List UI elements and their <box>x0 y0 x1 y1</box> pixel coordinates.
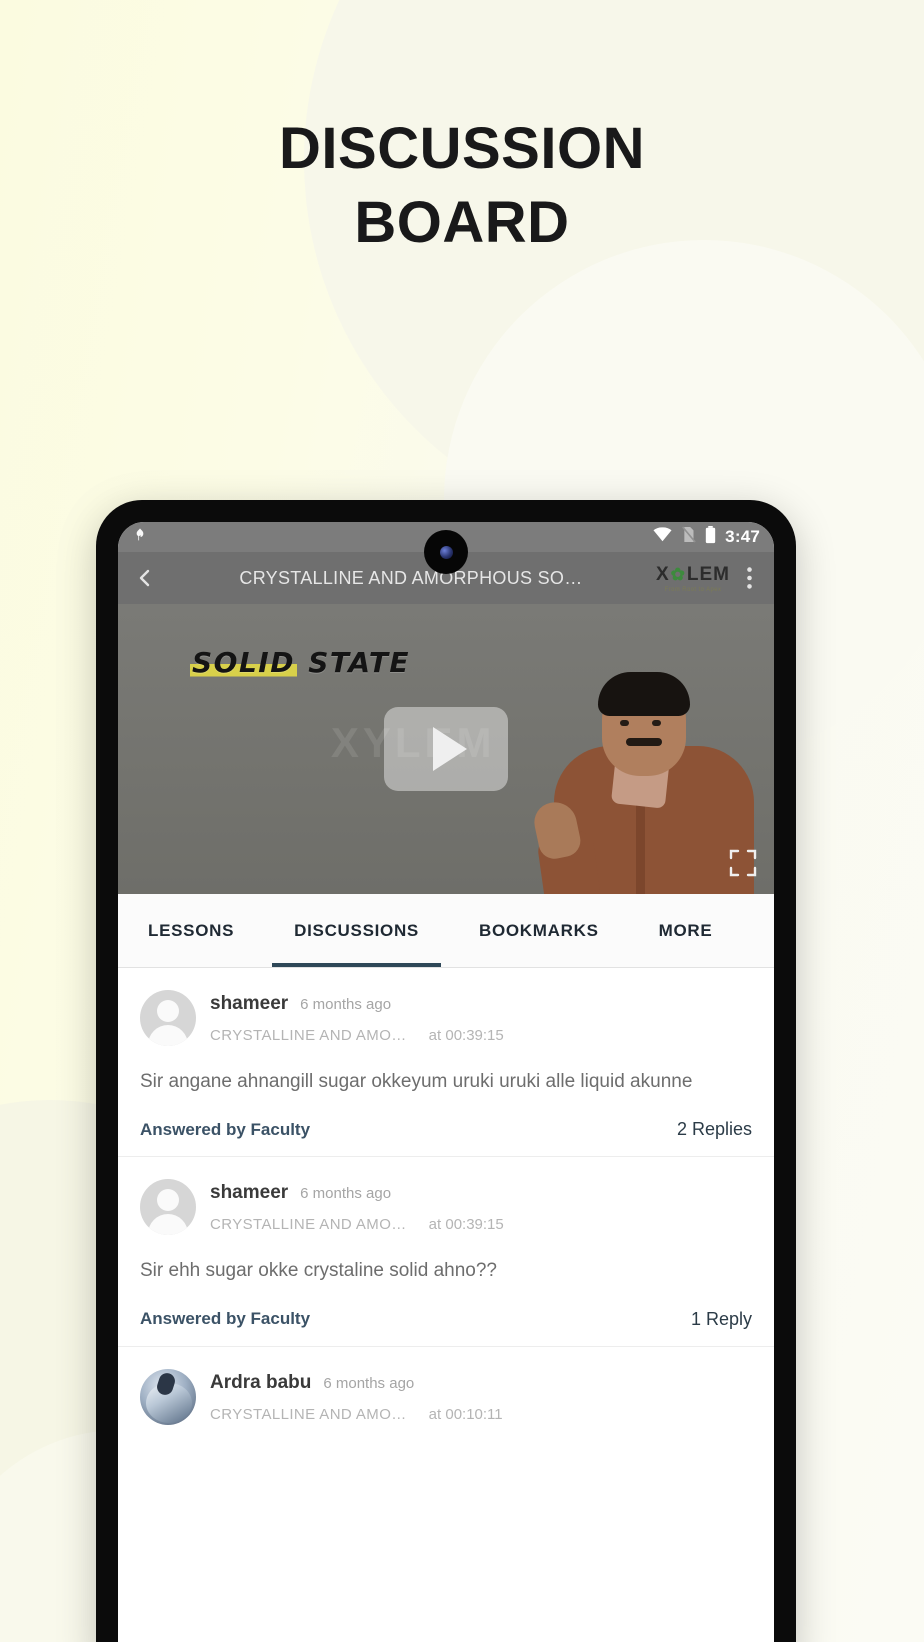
wifi-icon <box>653 527 672 547</box>
comment-lesson-row: CRYSTALLINE AND AMO… at 00:39:15 <box>210 1216 752 1233</box>
status-bar-left <box>132 527 148 548</box>
list-item[interactable]: shameer 6 months ago CRYSTALLINE AND AMO… <box>118 1157 774 1347</box>
phone-screen: 3:47 CRYSTALLINE AND AMORPHOUS SO… X ✿ L… <box>118 522 774 1642</box>
xylem-logo: X ✿ LEM From Root to Apex <box>656 564 730 593</box>
comment-author-row: shameer 6 months ago <box>210 1182 752 1204</box>
play-triangle <box>433 727 467 771</box>
list-item[interactable]: Ardra babu 6 months ago CRYSTALLINE AND … <box>118 1347 774 1441</box>
instructor-hair <box>598 672 690 716</box>
video-slide-title-highlight: SOLID <box>190 646 297 679</box>
avatar <box>140 990 196 1046</box>
front-camera-punch-hole <box>424 530 468 574</box>
comment-footer: Answered by Faculty 1 Reply <box>140 1309 752 1330</box>
tab-lessons[interactable]: LESSONS <box>118 894 264 967</box>
comment-lesson-row: CRYSTALLINE AND AMO… at 00:10:11 <box>210 1406 752 1423</box>
tab-discussions[interactable]: DISCUSSIONS <box>264 894 449 967</box>
comment-meta: Ardra babu 6 months ago CRYSTALLINE AND … <box>210 1369 752 1423</box>
page-title-line-1: DISCUSSION <box>279 116 645 181</box>
xylem-letter-x: X <box>655 563 670 585</box>
no-sim-icon <box>681 526 696 548</box>
discussion-list: shameer 6 months ago CRYSTALLINE AND AMO… <box>118 968 774 1451</box>
comment-author: shameer <box>210 1182 289 1204</box>
comment-author: shameer <box>210 993 289 1014</box>
default-avatar-body <box>148 1025 188 1046</box>
camera-lens <box>439 545 453 559</box>
comment-timestamp: 6 months ago <box>300 996 392 1013</box>
leaf-icon <box>132 527 148 548</box>
phone-mockup: 3:47 CRYSTALLINE AND AMORPHOUS SO… X ✿ L… <box>96 500 796 1642</box>
xylem-letters-lem: LEM <box>686 563 730 585</box>
comment-lesson-row: CRYSTALLINE AND AMO… at 00:39:15 <box>210 1027 752 1044</box>
comment-header: shameer 6 months ago CRYSTALLINE AND AMO… <box>140 1179 752 1236</box>
status-bar-right: 3:47 <box>653 525 760 549</box>
default-avatar-icon <box>157 1189 179 1212</box>
tab-more-label: MORE <box>658 920 713 940</box>
comment-author-row: shameer 6 months ago <box>210 993 752 1015</box>
play-icon[interactable] <box>384 707 508 791</box>
comment-lesson-title: CRYSTALLINE AND AMO… <box>210 1216 407 1234</box>
video-slide-title-rest: STATE <box>296 646 411 679</box>
instructor-eye-left <box>620 720 629 726</box>
tab-bookmarks-label: BOOKMARKS <box>478 920 599 940</box>
battery-icon <box>705 525 716 549</box>
comment-body: Sir ehh sugar okke crystaline solid ahno… <box>140 1260 497 1282</box>
xylem-tagline: From Root to Apex <box>664 586 722 593</box>
xylem-wordmark: X ✿ LEM <box>656 564 730 586</box>
comment-meta: shameer 6 months ago CRYSTALLINE AND AMO… <box>210 1179 752 1233</box>
comment-timestamp: 6 months ago <box>323 1374 415 1392</box>
page-title: DISCUSSION BOARD <box>0 112 924 260</box>
status-bar-clock: 3:47 <box>725 527 760 546</box>
comment-footer: Answered by Faculty 2 Replies <box>140 1119 752 1140</box>
kebab-menu-icon[interactable] <box>736 567 762 589</box>
avatar <box>140 1179 196 1236</box>
reply-count[interactable]: 1 Reply <box>691 1309 752 1330</box>
tab-bookmarks[interactable]: BOOKMARKS <box>449 894 629 967</box>
fullscreen-icon[interactable] <box>728 848 758 878</box>
comment-video-position: at 00:39:15 <box>428 1027 504 1044</box>
comment-lesson-title: CRYSTALLINE AND AMO… <box>210 1027 407 1044</box>
video-slide-title: SOLID STATE <box>190 646 410 679</box>
comment-header: Ardra babu 6 months ago CRYSTALLINE AND … <box>140 1368 752 1425</box>
comment-video-position: at 00:10:11 <box>428 1405 503 1423</box>
instructor-moustache <box>626 738 662 746</box>
reply-count[interactable]: 2 Replies <box>677 1119 752 1140</box>
comment-video-position: at 00:39:15 <box>428 1216 504 1234</box>
instructor-eye-right <box>652 720 661 726</box>
comment-body: Sir angane ahnangill sugar okkeyum uruki… <box>140 1071 693 1092</box>
tab-more[interactable]: MORE <box>629 894 743 967</box>
answered-by-faculty-badge[interactable]: Answered by Faculty <box>140 1309 310 1329</box>
avatar <box>140 1368 196 1425</box>
comment-timestamp: 6 months ago <box>300 1185 392 1203</box>
comment-author-row: Ardra babu 6 months ago <box>210 1372 752 1394</box>
tab-bar[interactable]: LESSONS DISCUSSIONS BOOKMARKS MORE <box>118 894 774 968</box>
list-item[interactable]: shameer 6 months ago CRYSTALLINE AND AMO… <box>118 968 774 1158</box>
comment-author: Ardra babu <box>210 1371 312 1393</box>
back-arrow-icon[interactable] <box>130 566 160 590</box>
page-title-line-2: BOARD <box>354 190 570 256</box>
default-avatar-body <box>148 1214 188 1236</box>
tab-lessons-label: LESSONS <box>148 920 235 940</box>
video-player[interactable]: XYLEM SOLID STATE <box>118 604 774 894</box>
comment-lesson-title: CRYSTALLINE AND AMO… <box>210 1405 407 1423</box>
comment-header: shameer 6 months ago CRYSTALLINE AND AMO… <box>140 990 752 1046</box>
answered-by-faculty-badge[interactable]: Answered by Faculty <box>140 1120 310 1140</box>
default-avatar-icon <box>157 1000 179 1022</box>
leaf-icon: ✿ <box>670 565 686 584</box>
comment-meta: shameer 6 months ago CRYSTALLINE AND AMO… <box>210 990 752 1044</box>
tab-discussions-label: DISCUSSIONS <box>294 920 419 940</box>
app-bar-title: CRYSTALLINE AND AMORPHOUS SO… <box>239 567 583 588</box>
